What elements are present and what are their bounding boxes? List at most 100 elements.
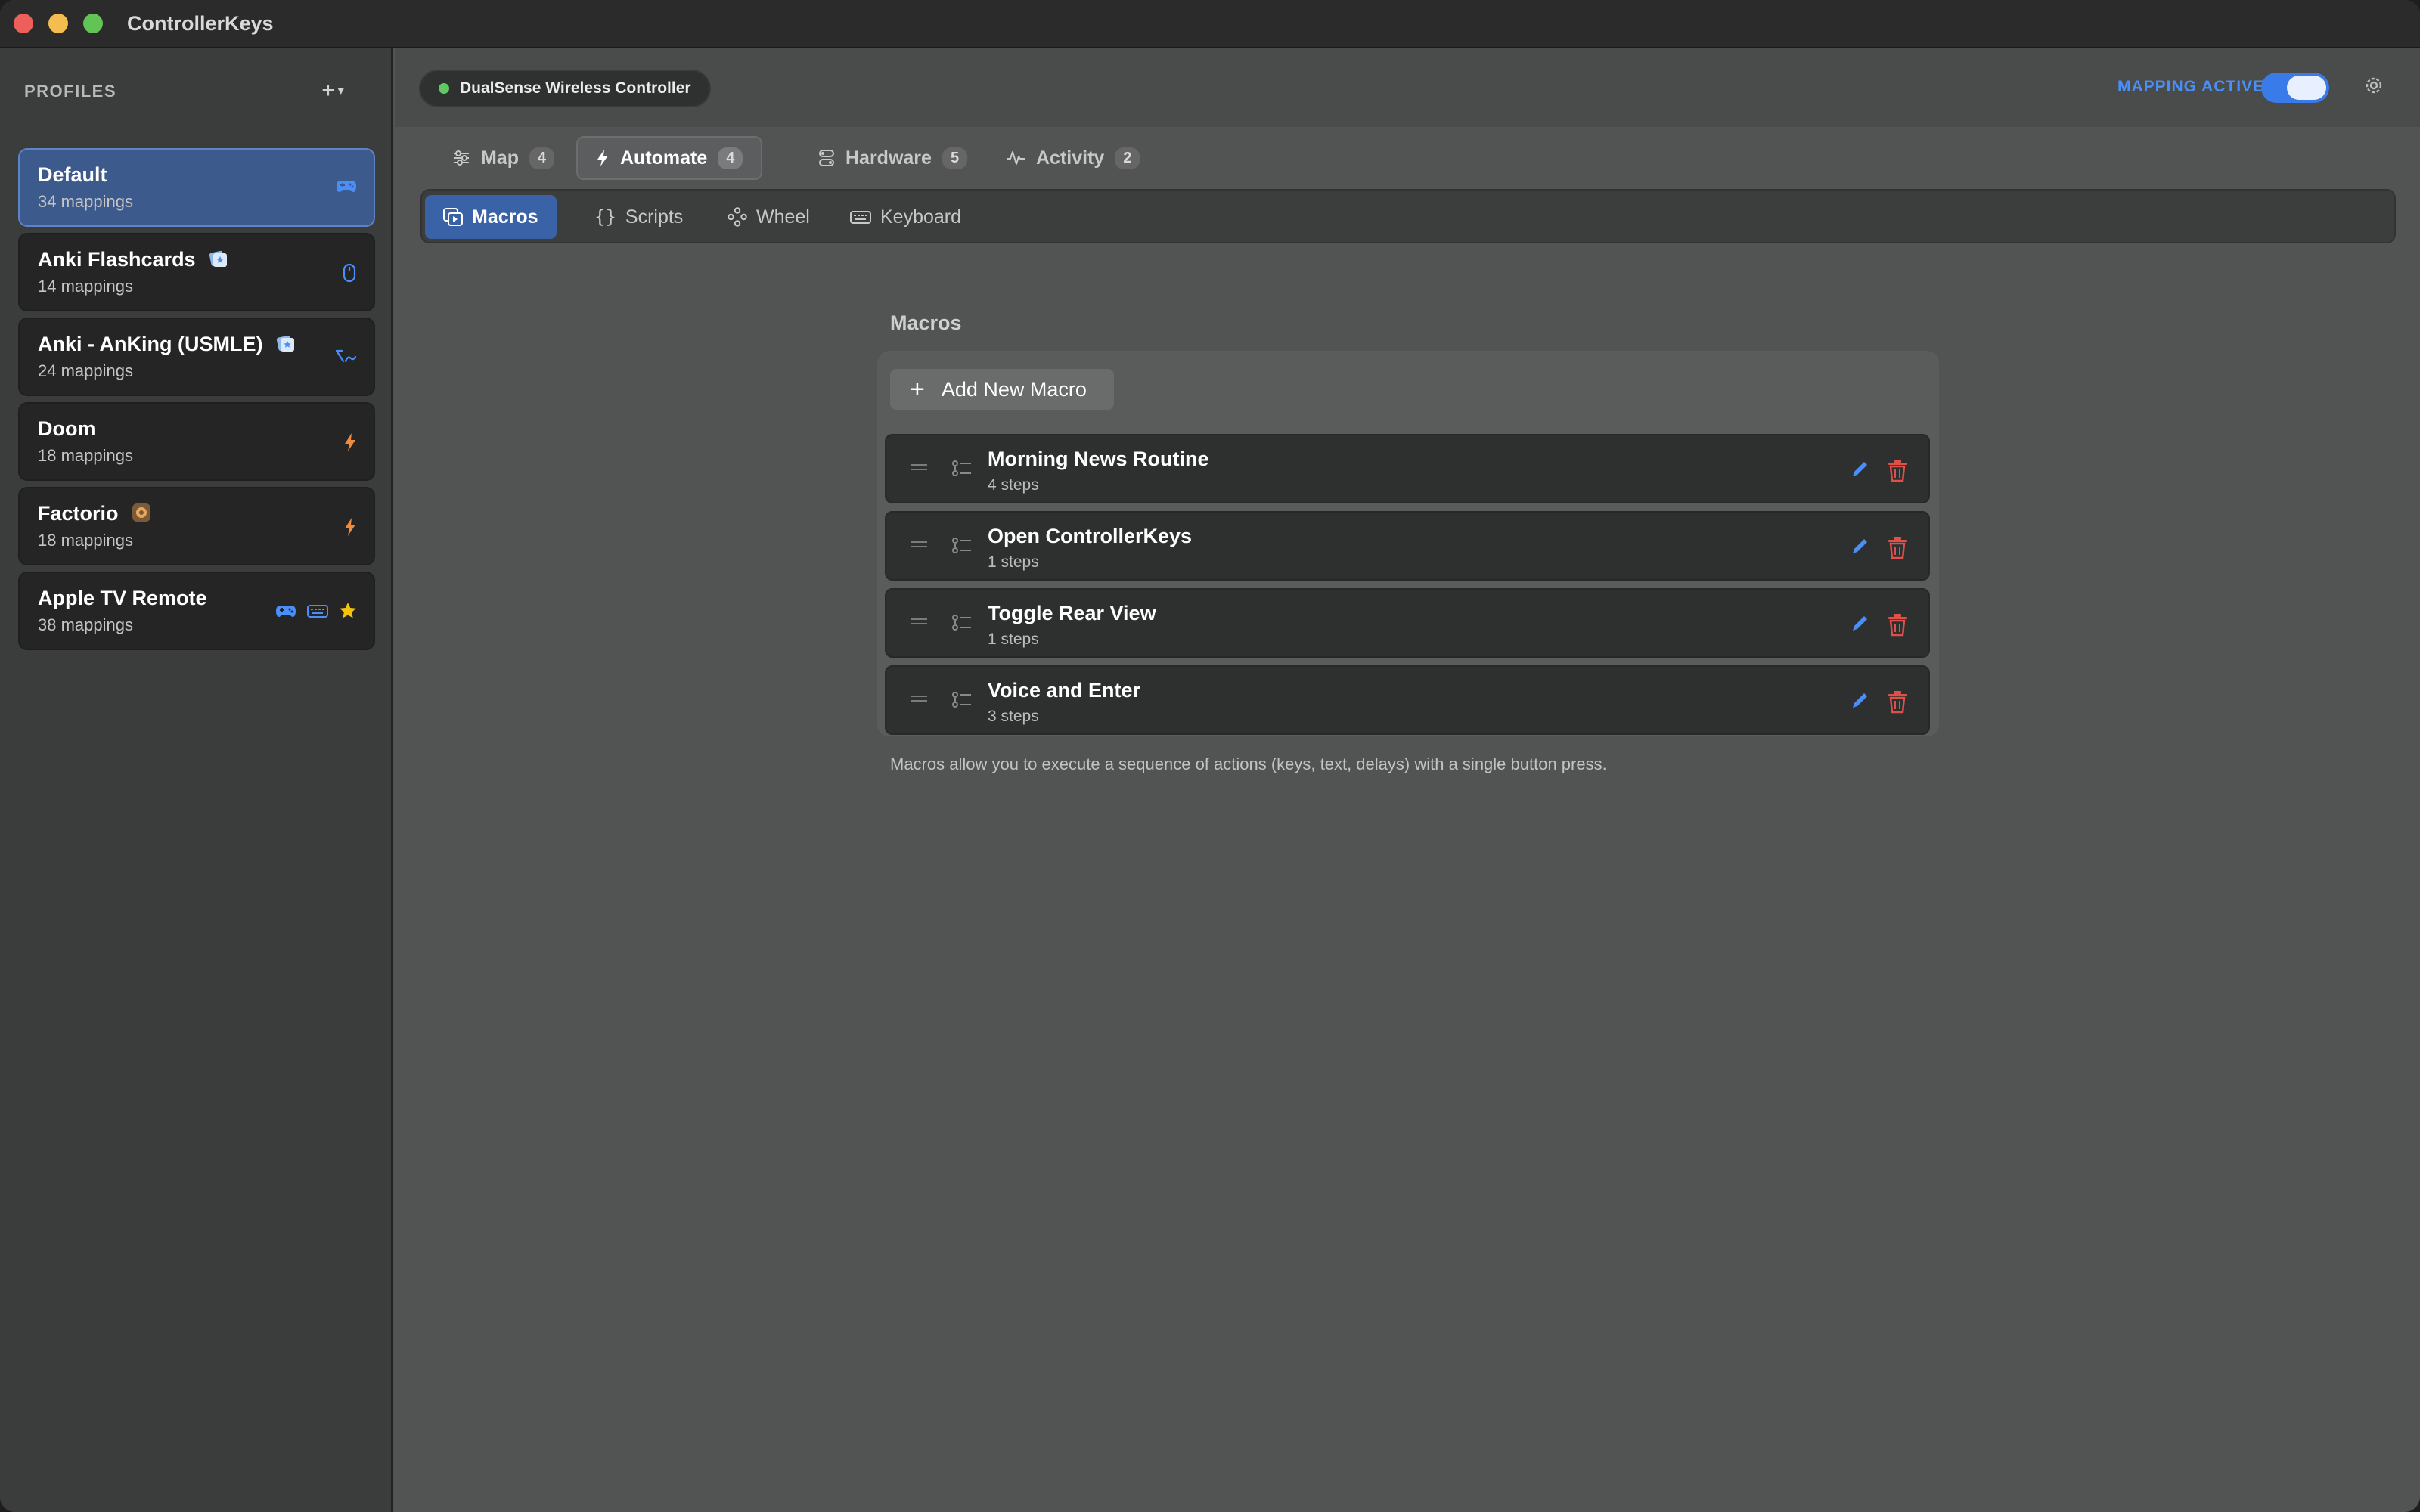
subtab-keyboard[interactable]: Keyboard — [832, 195, 979, 239]
profile-item-factorio[interactable]: Factorio 18 mappings — [18, 487, 375, 565]
profile-item-anki-flashcards[interactable]: Anki Flashcards 14 mappings — [18, 233, 375, 311]
star-icon — [340, 603, 356, 618]
drag-handle-icon[interactable] — [911, 541, 927, 552]
drag-handle-icon[interactable] — [911, 618, 927, 629]
profile-mapping-count: 14 mappings — [38, 277, 133, 296]
profile-name: Apple TV Remote — [38, 587, 207, 609]
factorio-app-icon — [132, 503, 151, 522]
profile-mapping-count: 18 mappings — [38, 531, 133, 550]
macro-row[interactable]: Morning News Routine 4 steps — [885, 434, 1930, 503]
profile-item-default[interactable]: Default 34 mappings — [18, 148, 375, 227]
profile-item-anki-anking[interactable]: Anki - AnKing (USMLE) 24 mappings — [18, 318, 375, 396]
profile-mapping-count: 18 mappings — [38, 446, 133, 465]
drag-handle-icon[interactable] — [911, 696, 927, 706]
pencil-icon[interactable] — [1848, 458, 1871, 481]
minimize-window-button[interactable] — [48, 14, 68, 33]
gamepad-icon — [337, 181, 356, 192]
profile-mapping-count: 38 mappings — [38, 615, 133, 634]
profiles-header: PROFILES — [24, 82, 117, 101]
chevron-down-icon: ▾ — [337, 85, 344, 98]
macro-step-count: 1 steps — [988, 631, 1039, 648]
pencil-icon[interactable] — [1848, 535, 1871, 558]
add-new-macro-button[interactable]: + Add New Macro — [890, 369, 1114, 410]
subtab-label: Scripts — [625, 206, 684, 228]
wheel-icon — [728, 207, 747, 227]
pencil-icon[interactable] — [1848, 612, 1871, 635]
tab-map[interactable]: Map 4 — [434, 136, 572, 180]
sidebar: PROFILES + ▾ Default 34 mappings Anki Fl… — [0, 48, 393, 1512]
profile-name: Anki Flashcards — [38, 248, 196, 271]
macro-step-count: 4 steps — [988, 476, 1039, 494]
macro-row[interactable]: Toggle Rear View 1 steps — [885, 588, 1930, 658]
profile-name: Factorio — [38, 502, 119, 525]
add-macro-label: Add New Macro — [941, 377, 1087, 401]
automate-subtabs: Macros {} Scripts Wheel Keyboard — [420, 189, 2396, 243]
macro-name: Morning News Routine — [988, 448, 1209, 470]
trash-icon[interactable] — [1886, 612, 1909, 637]
profile-item-doom[interactable]: Doom 18 mappings — [18, 402, 375, 481]
macro-name: Toggle Rear View — [988, 602, 1156, 624]
device-status-chip[interactable]: DualSense Wireless Controller — [419, 70, 711, 107]
tab-automate[interactable]: Automate 4 — [576, 136, 763, 180]
tab-count-badge: 4 — [718, 147, 743, 169]
gamepad-icon — [276, 606, 296, 617]
bolt-icon — [597, 150, 608, 166]
macro-row[interactable]: Voice and Enter 3 steps — [885, 665, 1930, 735]
subtab-wheel[interactable]: Wheel — [709, 195, 828, 239]
hardware-icon — [819, 150, 834, 166]
pencil-icon[interactable] — [1848, 689, 1871, 712]
toggle-knob — [2287, 76, 2326, 100]
subtab-label: Wheel — [756, 206, 810, 228]
steps-list-icon — [952, 460, 971, 476]
subtab-label: Macros — [472, 206, 538, 228]
title-bar: ControllerKeys — [0, 0, 2420, 48]
keyboard-icon — [850, 211, 871, 224]
tab-label: Hardware — [845, 147, 932, 169]
steps-list-icon — [952, 692, 971, 708]
braces-icon: {} — [594, 206, 616, 228]
tab-count-badge: 5 — [942, 147, 968, 169]
macros-icon — [443, 208, 463, 226]
subtab-macros[interactable]: Macros — [425, 195, 557, 239]
mouse-icon — [343, 263, 356, 283]
trash-icon[interactable] — [1886, 535, 1909, 559]
trash-icon[interactable] — [1886, 689, 1909, 714]
subtab-scripts[interactable]: {} Scripts — [576, 195, 701, 239]
mapping-active-label: MAPPING ACTIVE — [2118, 78, 2265, 95]
drag-handle-icon[interactable] — [911, 464, 927, 475]
close-window-button[interactable] — [14, 14, 33, 33]
profile-name: Doom — [38, 417, 96, 440]
tab-label: Map — [481, 147, 519, 169]
tab-count-badge: 2 — [1115, 147, 1140, 169]
tab-hardware[interactable]: Hardware 5 — [800, 136, 985, 180]
plus-icon: + — [321, 78, 335, 103]
macro-name: Voice and Enter — [988, 679, 1141, 702]
gear-icon[interactable] — [2363, 74, 2385, 97]
plus-icon: + — [910, 374, 925, 404]
anki-app-icon — [276, 335, 294, 352]
add-profile-button[interactable]: + ▾ — [312, 77, 354, 104]
profile-name: Default — [38, 163, 107, 186]
trash-icon[interactable] — [1886, 458, 1909, 482]
profile-mapping-count: 24 mappings — [38, 361, 133, 380]
profile-item-apple-tv-remote[interactable]: Apple TV Remote 38 mappings — [18, 572, 375, 650]
main-tabs: Map 4 Automate 4 Hardware 5 Activity 2 — [395, 127, 2420, 187]
macros-help-text: Macros allow you to execute a sequence o… — [890, 754, 1607, 773]
zoom-window-button[interactable] — [83, 14, 103, 33]
bolt-icon — [345, 433, 355, 451]
steps-list-icon — [952, 615, 971, 631]
tab-label: Automate — [620, 147, 708, 169]
macro-step-count: 1 steps — [988, 553, 1039, 571]
macro-row[interactable]: Open ControllerKeys 1 steps — [885, 511, 1930, 581]
app-title: ControllerKeys — [127, 12, 274, 35]
profile-mapping-count: 34 mappings — [38, 192, 133, 211]
mapping-active-toggle[interactable] — [2261, 73, 2329, 103]
app-window: ControllerKeys PROFILES + ▾ Default 34 m… — [0, 0, 2420, 1512]
tab-activity[interactable]: Activity 2 — [988, 136, 1158, 180]
tab-label: Activity — [1036, 147, 1105, 169]
profile-name: Anki - AnKing (USMLE) — [38, 333, 263, 355]
activity-icon — [1007, 151, 1025, 165]
steps-list-icon — [952, 538, 971, 553]
anki-app-icon — [209, 250, 228, 267]
keyboard-icon — [307, 605, 328, 618]
